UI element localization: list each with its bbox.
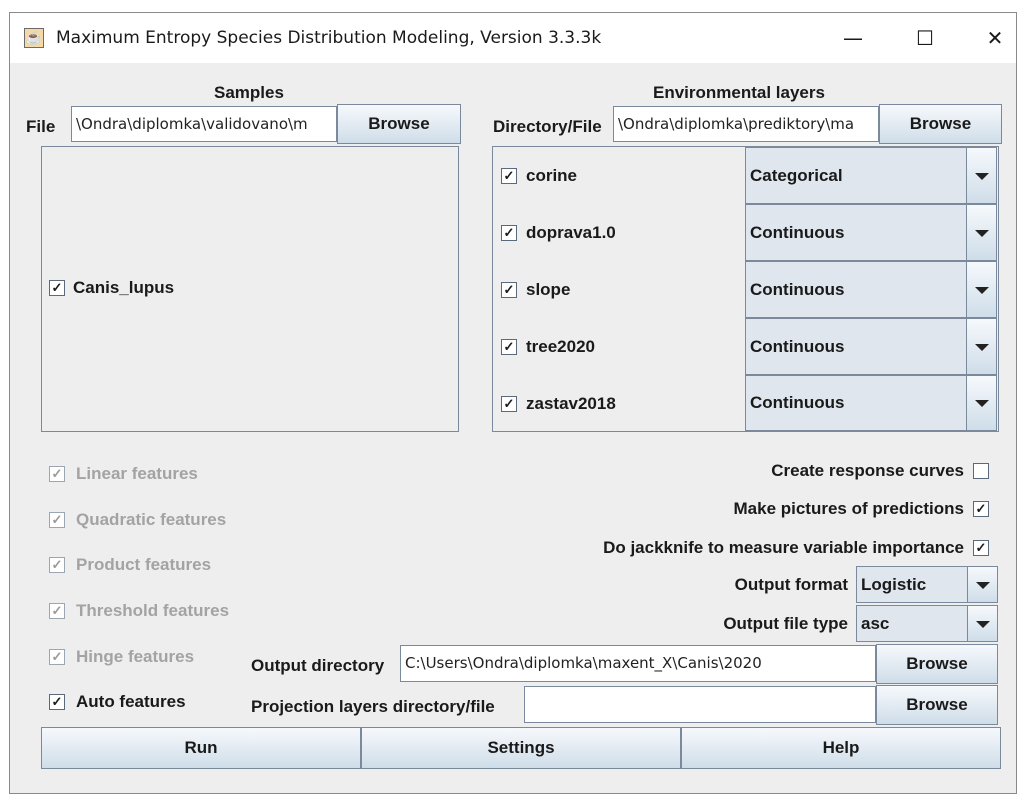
- projection-input[interactable]: [524, 686, 876, 723]
- java-app-icon: ☕: [24, 28, 44, 48]
- env-layer-row: ✓ slope Continuous: [493, 261, 998, 318]
- response-curves-label: Create response curves: [771, 461, 964, 480]
- output-format-dropdown[interactable]: Logistic: [856, 566, 998, 603]
- quadratic-features-checkbox[interactable]: ✓: [49, 512, 65, 528]
- output-browse-button[interactable]: Browse: [876, 644, 998, 684]
- layer-name: doprava1.0: [526, 223, 616, 242]
- layer-type-value: Continuous: [750, 280, 845, 299]
- help-button[interactable]: Help: [681, 727, 1001, 769]
- output-format-value: Logistic: [861, 575, 927, 594]
- layer-name: corine: [526, 166, 578, 185]
- run-button[interactable]: Run: [41, 727, 361, 769]
- layer-type-dropdown[interactable]: Continuous: [745, 318, 997, 375]
- output-file-type-dropdown[interactable]: asc: [856, 605, 998, 642]
- layer-type-dropdown[interactable]: Continuous: [745, 261, 997, 318]
- samples-file-label: File: [26, 117, 56, 136]
- close-button[interactable]: ✕: [975, 21, 1015, 55]
- layer-checkbox[interactable]: ✓: [501, 282, 517, 298]
- maxent-window: ☕ Maximum Entropy Species Distribution M…: [9, 12, 1017, 794]
- env-layer-row: ✓ corine Categorical: [493, 147, 998, 204]
- pictures-label: Make pictures of predictions: [733, 499, 965, 518]
- hinge-features-checkbox[interactable]: ✓: [49, 649, 65, 665]
- layer-type-dropdown[interactable]: Categorical: [745, 147, 997, 204]
- product-features-label: Product features: [76, 555, 212, 574]
- quadratic-features-label: Quadratic features: [76, 510, 227, 529]
- title-bar: ☕ Maximum Entropy Species Distribution M…: [10, 13, 1016, 63]
- chevron-down-icon[interactable]: [967, 567, 997, 602]
- minimize-button[interactable]: —: [833, 21, 873, 55]
- jackknife-checkbox[interactable]: ✓: [973, 540, 989, 556]
- linear-features-label: Linear features: [76, 464, 198, 483]
- layer-type-value: Categorical: [750, 166, 843, 185]
- layer-type-value: Continuous: [750, 393, 845, 412]
- species-checkbox[interactable]: ✓: [49, 280, 65, 296]
- auto-features-label: Auto features: [76, 692, 186, 711]
- env-layer-row: ✓ doprava1.0 Continuous: [493, 204, 998, 261]
- layer-name: tree2020: [526, 337, 596, 356]
- samples-list: ✓ Canis_lupus: [41, 146, 459, 432]
- product-features-checkbox[interactable]: ✓: [49, 557, 65, 573]
- output-file-type-label: Output file type: [723, 614, 848, 633]
- layer-checkbox[interactable]: ✓: [501, 168, 517, 184]
- threshold-features-label: Threshold features: [76, 601, 230, 620]
- output-dir-label: Output directory: [251, 656, 385, 675]
- chevron-down-icon[interactable]: [967, 606, 997, 641]
- output-format-label: Output format: [734, 575, 848, 594]
- layer-type-value: Continuous: [750, 337, 845, 356]
- hinge-features-label: Hinge features: [76, 647, 195, 666]
- window-title: Maximum Entropy Species Distribution Mod…: [56, 28, 602, 48]
- linear-features-checkbox[interactable]: ✓: [49, 466, 65, 482]
- env-browse-button[interactable]: Browse: [879, 104, 1002, 144]
- env-layer-row: ✓ tree2020 Continuous: [493, 318, 998, 375]
- chevron-down-icon[interactable]: [966, 148, 996, 203]
- chevron-down-icon[interactable]: [966, 319, 996, 374]
- samples-file-input[interactable]: \Ondra\diplomka\validovano\m: [71, 106, 337, 142]
- samples-browse-button[interactable]: Browse: [337, 104, 461, 144]
- maximize-button[interactable]: ☐: [905, 21, 945, 55]
- env-dir-label: Directory/File: [493, 117, 602, 136]
- layer-name: zastav2018: [526, 394, 616, 413]
- output-dir-input[interactable]: C:\Users\Ondra\diplomka\maxent_X\Canis\2…: [400, 645, 876, 682]
- settings-button[interactable]: Settings: [361, 727, 681, 769]
- layer-type-value: Continuous: [750, 223, 845, 242]
- layer-checkbox[interactable]: ✓: [501, 225, 517, 241]
- chevron-down-icon[interactable]: [966, 376, 996, 430]
- projection-label: Projection layers directory/file: [251, 697, 495, 716]
- threshold-features-checkbox[interactable]: ✓: [49, 603, 65, 619]
- response-curves-checkbox[interactable]: [973, 463, 989, 479]
- auto-features-checkbox[interactable]: ✓: [49, 694, 65, 710]
- env-layers-list: ✓ corine Categorical ✓ doprava1.0 Contin…: [492, 146, 999, 432]
- jackknife-label: Do jackknife to measure variable importa…: [603, 538, 964, 557]
- env-layer-row: ✓ zastav2018 Continuous: [493, 375, 998, 431]
- layer-name: slope: [526, 280, 571, 299]
- projection-browse-button[interactable]: Browse: [876, 685, 998, 725]
- chevron-down-icon[interactable]: [966, 262, 996, 317]
- env-dir-input[interactable]: \Ondra\diplomka\prediktory\ma: [613, 106, 879, 142]
- layer-type-dropdown[interactable]: Continuous: [745, 375, 997, 431]
- layer-type-dropdown[interactable]: Continuous: [745, 204, 997, 261]
- env-layers-header: Environmental layers: [653, 83, 825, 102]
- layer-checkbox[interactable]: ✓: [501, 396, 517, 412]
- samples-header: Samples: [214, 83, 284, 102]
- layer-checkbox[interactable]: ✓: [501, 339, 517, 355]
- pictures-checkbox[interactable]: ✓: [973, 501, 989, 517]
- species-label: Canis_lupus: [73, 278, 175, 297]
- chevron-down-icon[interactable]: [966, 205, 996, 260]
- output-file-type-value: asc: [861, 614, 890, 633]
